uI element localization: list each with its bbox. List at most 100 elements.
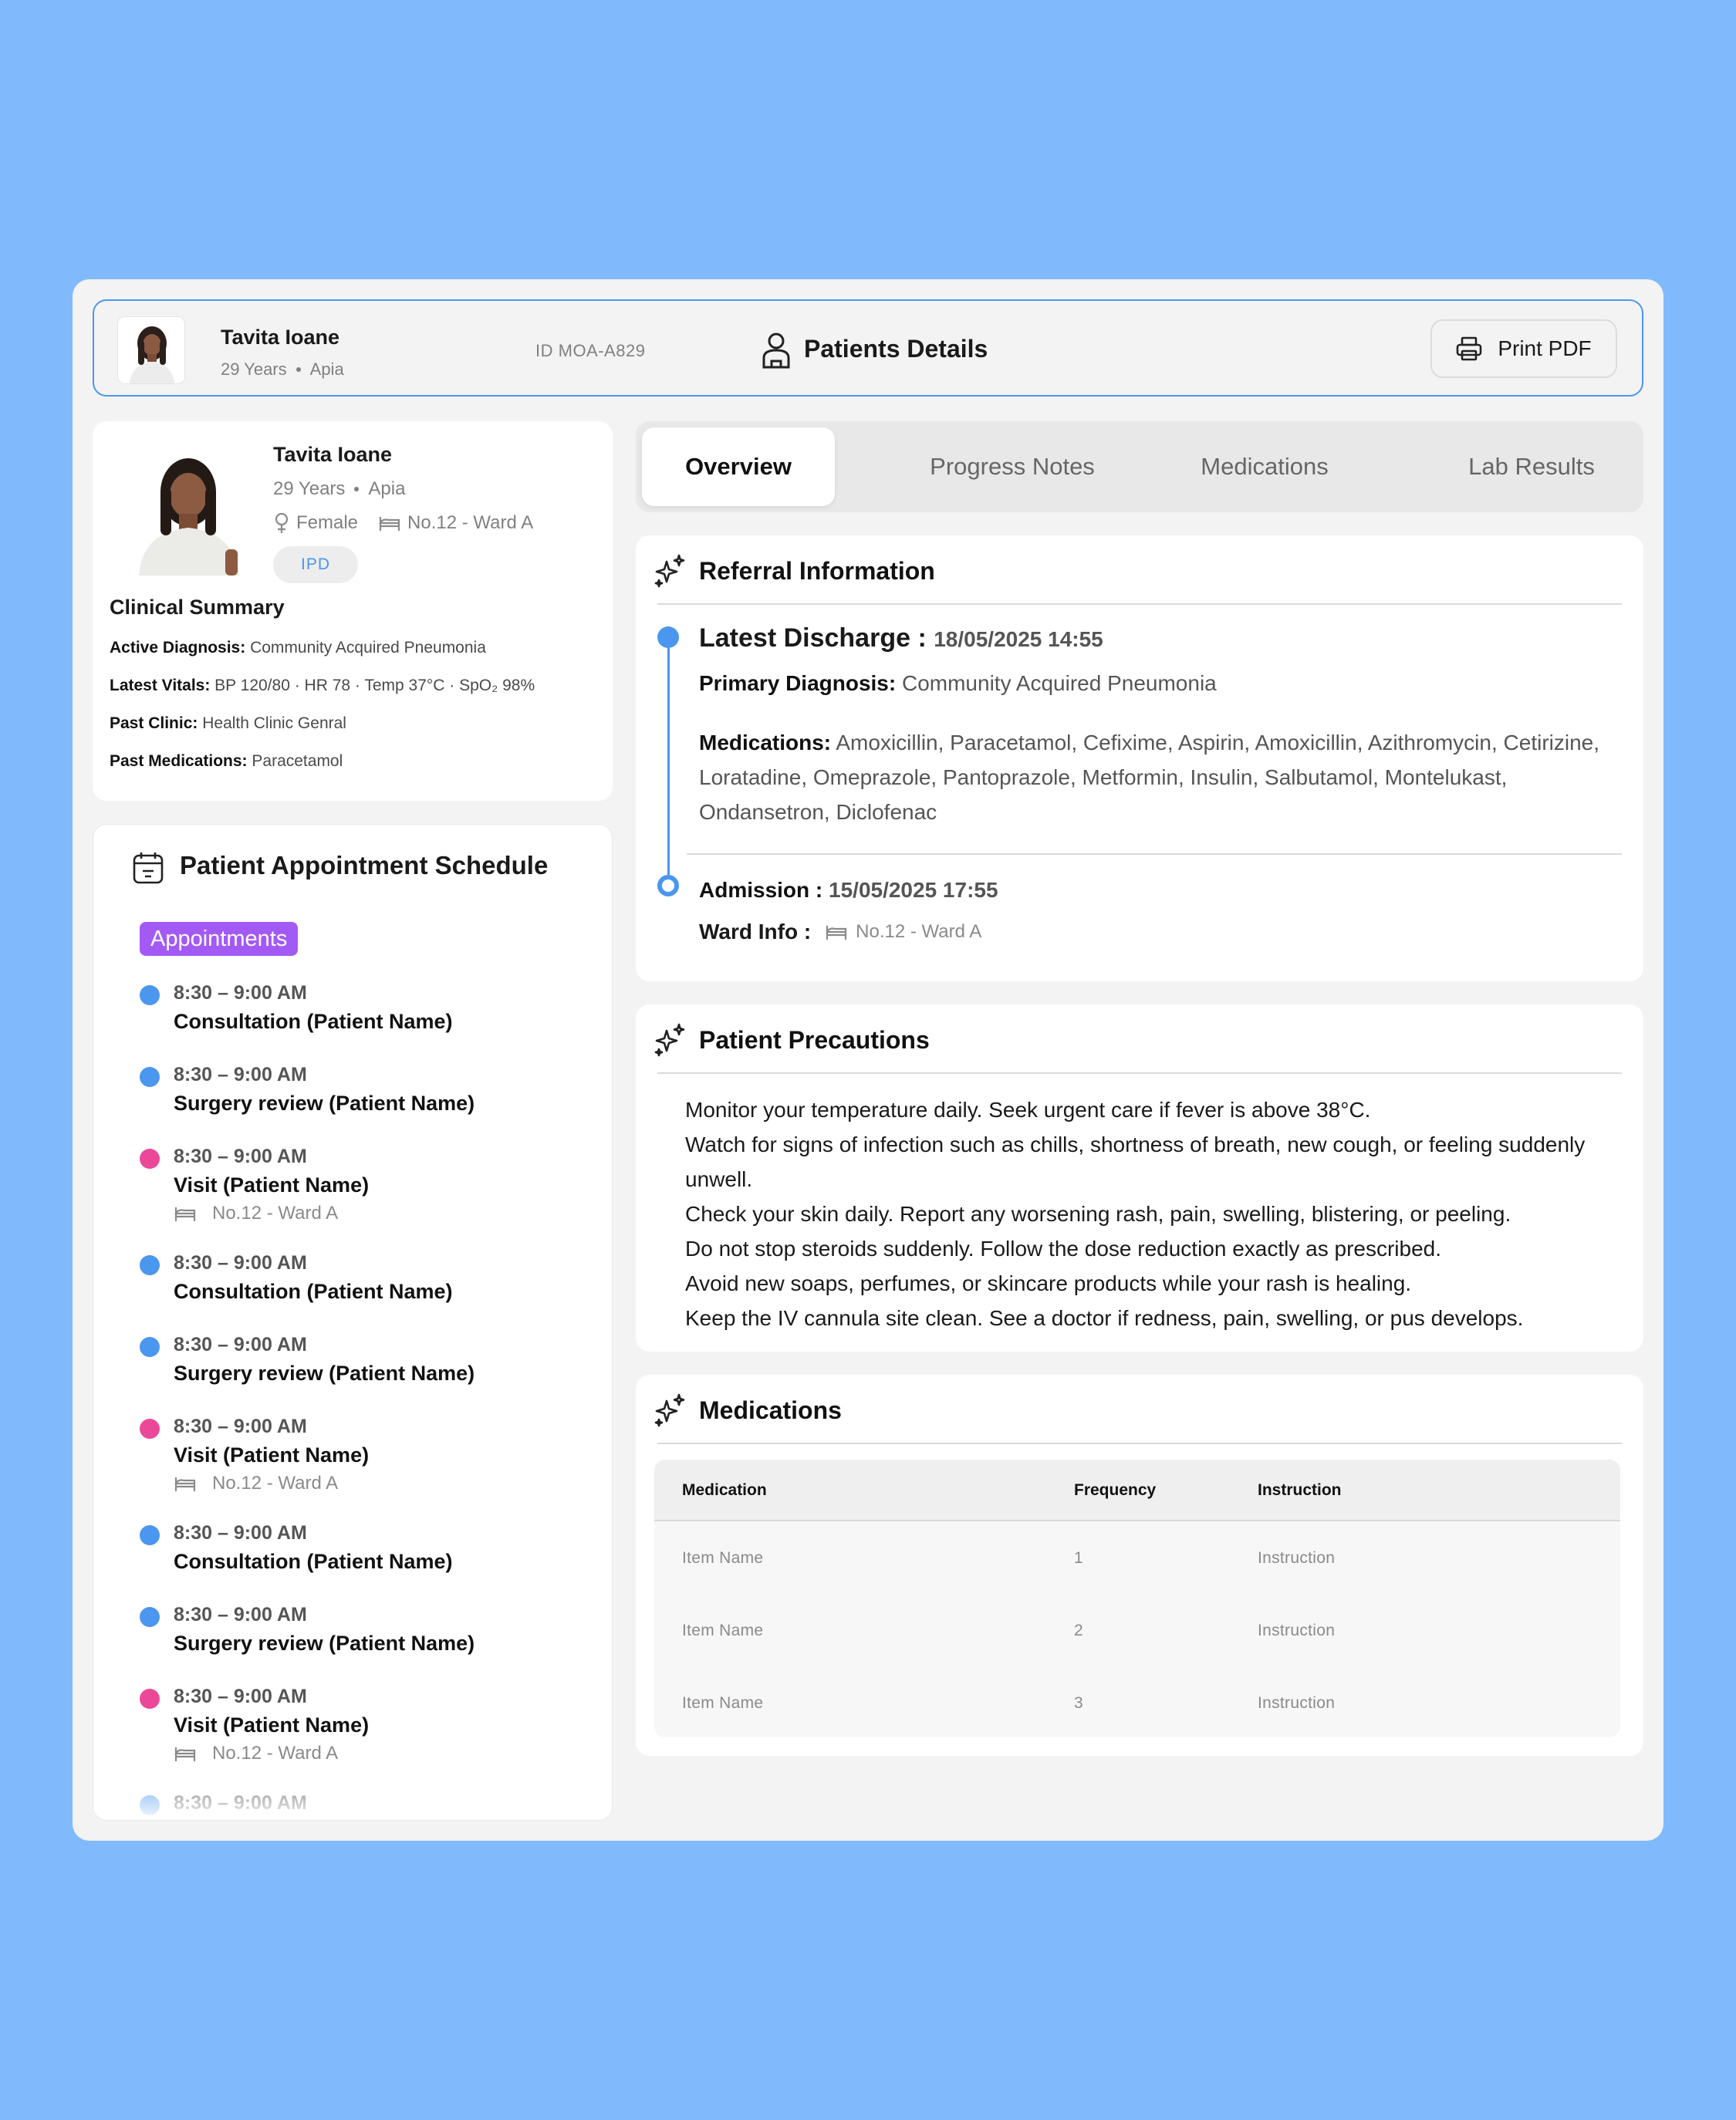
table-row[interactable]: Item Name 1 Instruction: [654, 1521, 1620, 1594]
ward-info: Ward Info : No.12 - Ward A: [699, 920, 981, 944]
precautions-card: Patient Precautions Monitor your tempera…: [636, 1004, 1643, 1352]
admission: Admission : 15/05/2025 17:55: [699, 878, 998, 903]
table-row[interactable]: Item Name 2 Instruction: [654, 1594, 1620, 1666]
summary-label: Active Diagnosis:: [110, 639, 246, 657]
summary-label: Past Medications:: [110, 752, 248, 770]
appointment-status-dot: [140, 1419, 160, 1439]
tab-lab-results[interactable]: Lab Results: [1435, 427, 1628, 506]
appointment-ward: No.12 - Ward A: [174, 1203, 338, 1224]
appointment-time: 8:30 – 9:00 AM: [174, 1252, 307, 1274]
timeline-line: [667, 640, 670, 879]
calendar-icon: [133, 852, 164, 884]
app-frame: Tavita Ioane 29 Years Apia ID MOA-A829 Pa…: [73, 279, 1663, 1841]
column-header-frequency: Frequency: [1074, 1481, 1157, 1499]
appointment-title: Visit (Patient Name): [174, 1443, 370, 1467]
patient-ward: No.12 - Ward A: [407, 512, 534, 533]
appointment-time: 8:30 – 9:00 AM: [174, 1064, 307, 1085]
bed-icon: [379, 517, 400, 531]
patient-gender-ward: Female No.12 - Ward A: [273, 512, 533, 534]
print-pdf-button[interactable]: Print PDF: [1430, 319, 1617, 378]
female-icon: [275, 512, 289, 533]
bed-icon: [174, 1747, 196, 1761]
bed-icon: [174, 1207, 196, 1221]
latest-discharge: Latest Discharge : 18/05/2025 14:55: [699, 623, 1103, 653]
separator-dot: [354, 487, 360, 491]
appointment-time: 8:30 – 9:00 AM: [174, 1604, 307, 1625]
patient-id: ID MOA-A829: [535, 341, 646, 360]
summary-row-vitals: Latest Vitals: BP 120/80 · HR 78 · Temp …: [110, 677, 535, 695]
appointment-title: Consultation (Patient Name): [174, 1550, 453, 1573]
appointment-title: Surgery review (Patient Name): [174, 1362, 475, 1385]
tab-bar: Overview Progress Notes Medications Lab …: [636, 421, 1643, 512]
primary-diagnosis: Primary Diagnosis: Community Acquired Pn…: [699, 671, 1217, 696]
page-title: Patients Details: [804, 335, 988, 363]
appointment-schedule-card[interactable]: Patient Appointment Schedule Appointment…: [93, 824, 613, 1821]
cell-medication: Item Name: [682, 1694, 764, 1712]
ward-info-label: Ward Info :: [699, 920, 812, 944]
tab-progress-notes[interactable]: Progress Notes: [904, 427, 1120, 506]
appointment-status-dot: [140, 1149, 160, 1169]
header-patient-age: 29 Years: [221, 360, 287, 379]
summary-row-clinic: Past Clinic: Health Clinic Genral: [110, 714, 346, 733]
appointment-title: Surgery review (Patient Name): [174, 1632, 475, 1655]
precaution-item: Watch for signs of infection such as chi…: [685, 1133, 1586, 1191]
table-row[interactable]: Item Name 3 Instruction: [654, 1666, 1620, 1737]
ipd-badge: IPD: [273, 546, 358, 583]
precautions-title: Patient Precautions: [699, 1026, 930, 1054]
sparkle-icon: [654, 554, 685, 588]
cell-instruction: Instruction: [1258, 1694, 1336, 1712]
patient-gender: Female: [296, 512, 359, 533]
header-patient-meta: 29 Years Apia: [221, 360, 344, 380]
ward-info-value-wrap: No.12 - Ward A: [825, 921, 981, 943]
column-header-medication: Medication: [682, 1481, 767, 1499]
timeline-dot-admission: [657, 875, 679, 896]
referral-medications-value: Amoxicillin, Paracetamol, Cefixime, Aspi…: [699, 731, 1600, 824]
referral-title: Referral Information: [699, 557, 935, 585]
divider: [657, 1072, 1622, 1074]
precaution-item: Avoid new soaps, perfumes, or skincare p…: [685, 1271, 1412, 1295]
medications-table: Medication Frequency Instruction Item Na…: [654, 1460, 1620, 1737]
cell-medication: Item Name: [682, 1622, 764, 1639]
appointment-status-dot: [140, 1255, 160, 1275]
summary-row-diagnosis: Active Diagnosis: Community Acquired Pne…: [110, 639, 486, 657]
appointment-time: 8:30 – 9:00 AM: [174, 1522, 307, 1544]
patient-header: Tavita Ioane 29 Years Apia ID MOA-A829 Pa…: [93, 299, 1643, 397]
separator-dot: [296, 367, 301, 372]
divider: [657, 1443, 1622, 1444]
latest-discharge-value: 18/05/2025 14:55: [934, 627, 1103, 651]
appointment-status-dot: [140, 1689, 160, 1709]
header-patient-name: Tavita Ioane: [221, 326, 340, 349]
appointment-time: 8:30 – 9:00 AM: [174, 1334, 307, 1355]
appointment-title: Surgery review (Patient Name): [174, 1092, 475, 1115]
appointment-time: 8:30 – 9:00 AM: [174, 1686, 307, 1707]
appointment-time: 8:30 – 9:00 AM: [174, 1416, 307, 1437]
profile-card: Tavita Ioane 29 Years Apia Female No.12 -…: [93, 421, 613, 801]
clinical-summary-title: Clinical Summary: [110, 596, 285, 619]
summary-value: Health Clinic Genral: [202, 714, 346, 732]
precautions-list: Monitor your temperature daily. Seek urg…: [685, 1092, 1611, 1335]
sparkle-icon: [654, 1023, 685, 1057]
summary-row-medications: Past Medications: Paracetamol: [110, 752, 343, 771]
tab-medications[interactable]: Medications: [1168, 427, 1361, 506]
summary-label: Latest Vitals:: [110, 677, 211, 694]
appointment-ward: No.12 - Ward A: [174, 1473, 338, 1494]
bed-icon: [826, 926, 847, 940]
bed-icon: [174, 1477, 196, 1491]
cell-instruction: Instruction: [1258, 1622, 1336, 1639]
appointment-title: Visit (Patient Name): [174, 1173, 370, 1197]
schedule-title: Patient Appointment Schedule: [180, 851, 549, 879]
appointment-ward-label: No.12 - Ward A: [212, 1473, 339, 1494]
cell-medication: Item Name: [682, 1549, 764, 1567]
appointments-badge[interactable]: Appointments: [140, 922, 299, 956]
precaution-item: Check your skin daily. Report any worsen…: [685, 1202, 1511, 1226]
cell-frequency: 3: [1074, 1694, 1083, 1712]
header-patient-location: Apia: [309, 360, 344, 379]
tab-overview[interactable]: Overview: [642, 427, 835, 506]
appointment-status-dot: [140, 1525, 160, 1545]
appointment-status-dot: [140, 1067, 160, 1087]
patient-meta: 29 Years Apia: [273, 478, 405, 500]
appointment-ward: No.12 - Ward A: [174, 1743, 338, 1764]
primary-diagnosis-value: Community Acquired Pneumonia: [901, 671, 1217, 695]
appointment-title: Consultation (Patient Name): [174, 1280, 453, 1303]
admission-label: Admission :: [699, 878, 823, 902]
